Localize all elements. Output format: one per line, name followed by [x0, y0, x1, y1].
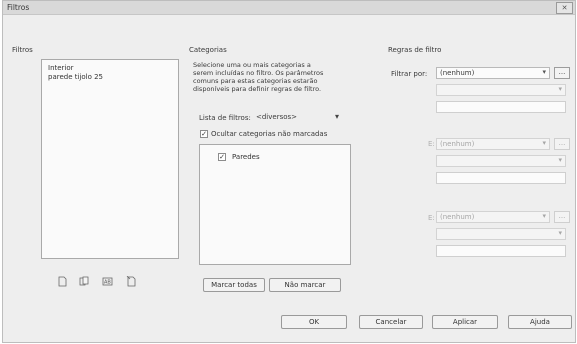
hide-unchecked-checkbox[interactable]: ✓ — [200, 130, 208, 138]
hide-unchecked-label: Ocultar categorias não marcadas — [211, 130, 328, 138]
chevron-down-icon: ▾ — [335, 112, 340, 121]
rules-heading: Regras de filtro — [388, 46, 442, 54]
chevron-down-icon: ▾ — [542, 212, 546, 220]
categories-list[interactable]: ✓ Paredes — [199, 144, 351, 265]
rule2-condition-dropdown[interactable]: ▾ — [436, 155, 566, 167]
close-button[interactable]: ✕ — [556, 2, 573, 14]
filters-dialog: Filtros ✕ Filtros Interior parede tijolo… — [2, 0, 576, 343]
rule2-value-field[interactable] — [436, 172, 566, 184]
rule1-condition-dropdown[interactable]: ▾ — [436, 84, 566, 96]
rule3-condition-dropdown[interactable]: ▾ — [436, 228, 566, 240]
filter-list-label: Lista de filtros: — [199, 114, 251, 122]
filter-by-label: Filtrar por: — [391, 70, 428, 78]
categories-description: Selecione uma ou mais categorias a serem… — [193, 61, 324, 93]
chevron-down-icon: ▾ — [542, 68, 546, 76]
delete-filter-icon[interactable] — [126, 276, 137, 287]
category-checkbox-paredes[interactable]: ✓ — [218, 153, 226, 161]
chevron-down-icon: ▾ — [542, 139, 546, 147]
cancel-button[interactable]: Cancelar — [359, 315, 423, 329]
dialog-title: Filtros — [7, 3, 30, 12]
ok-button[interactable]: OK — [281, 315, 347, 329]
new-filter-icon[interactable] — [57, 276, 68, 287]
filter-by-ellipsis-button[interactable]: ... — [554, 67, 570, 79]
categories-heading: Categorias — [189, 46, 227, 54]
and1-ellipsis-button[interactable]: ... — [554, 138, 570, 150]
filters-list[interactable]: Interior parede tijolo 25 — [41, 59, 179, 259]
chevron-down-icon: ▾ — [558, 156, 562, 164]
filter-list-dropdown[interactable]: <diversos> ▾ — [256, 111, 344, 123]
and2-ellipsis-button[interactable]: ... — [554, 211, 570, 223]
chevron-down-icon: ▾ — [558, 85, 562, 93]
filter-by-dropdown[interactable]: (nenhum) ▾ — [436, 67, 550, 79]
and1-label: E: — [428, 140, 435, 148]
rename-filter-icon[interactable]: AB — [102, 276, 113, 287]
and1-parameter-dropdown[interactable]: (nenhum) ▾ — [436, 138, 550, 150]
rule1-value-field[interactable] — [436, 101, 566, 113]
category-label-paredes: Paredes — [232, 153, 260, 161]
help-button[interactable]: Ajuda — [508, 315, 572, 329]
check-none-button[interactable]: Não marcar — [269, 278, 341, 292]
check-all-button[interactable]: Marcar todas — [203, 278, 265, 292]
svg-text:AB: AB — [104, 280, 111, 286]
filter-item-interior[interactable]: Interior — [48, 64, 74, 72]
filter-item-parede-tijolo[interactable]: parede tijolo 25 — [48, 73, 103, 81]
duplicate-filter-icon[interactable] — [79, 276, 90, 287]
rule3-value-field[interactable] — [436, 245, 566, 257]
filters-heading: Filtros — [12, 46, 33, 54]
and2-parameter-dropdown[interactable]: (nenhum) ▾ — [436, 211, 550, 223]
chevron-down-icon: ▾ — [558, 229, 562, 237]
apply-button[interactable]: Aplicar — [432, 315, 498, 329]
title-bar: Filtros ✕ — [3, 1, 575, 15]
and2-label: E: — [428, 214, 435, 222]
